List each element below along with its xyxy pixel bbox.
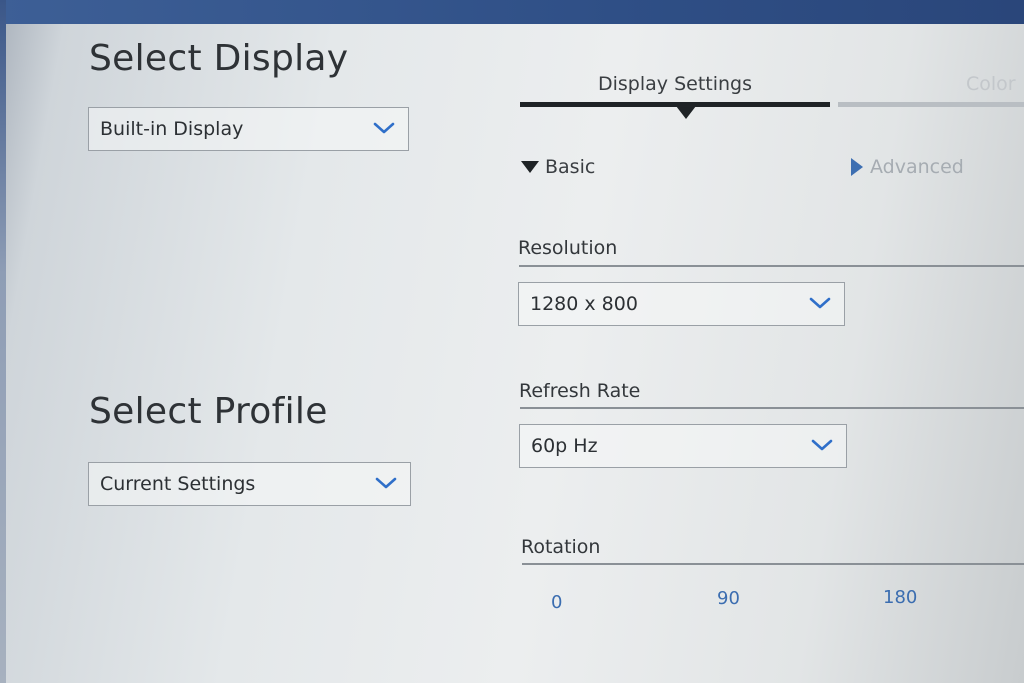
advanced-label: Advanced <box>870 156 964 178</box>
rotation-option-0[interactable]: 0 <box>551 592 562 613</box>
resolution-dropdown[interactable]: 1280 x 800 <box>518 282 845 326</box>
chevron-down-icon <box>811 439 833 451</box>
select-profile-dropdown[interactable]: Current Settings <box>88 462 411 506</box>
triangle-down-icon <box>521 161 539 173</box>
advanced-toggle[interactable]: Advanced <box>850 156 964 178</box>
resolution-divider <box>519 265 1024 267</box>
tab-color-underline <box>838 102 1024 107</box>
active-tab-pointer-icon <box>676 106 696 119</box>
basic-toggle[interactable]: Basic <box>521 156 595 178</box>
select-display-heading: Select Display <box>89 38 349 79</box>
select-display-dropdown[interactable]: Built-in Display <box>88 107 409 151</box>
chevron-down-icon <box>373 122 395 134</box>
refresh-rate-value: 60p Hz <box>531 435 598 457</box>
tab-display-settings[interactable]: Display Settings <box>598 73 752 95</box>
rotation-option-90[interactable]: 90 <box>717 588 740 609</box>
tab-color[interactable]: Color <box>966 73 1016 95</box>
triangle-right-icon <box>851 158 863 176</box>
refresh-rate-dropdown[interactable]: 60p Hz <box>519 424 847 468</box>
rotation-label: Rotation <box>521 536 601 558</box>
chevron-down-icon <box>375 477 397 489</box>
rotation-option-180[interactable]: 180 <box>883 587 917 608</box>
resolution-value: 1280 x 800 <box>530 293 638 315</box>
window-left-edge <box>0 0 6 683</box>
select-profile-value: Current Settings <box>100 473 256 495</box>
refresh-rate-divider <box>520 407 1024 409</box>
rotation-divider <box>522 563 1024 565</box>
basic-label: Basic <box>545 156 596 178</box>
select-profile-heading: Select Profile <box>89 391 328 432</box>
window-title-bar <box>0 0 1024 24</box>
tab-display-settings-underline <box>520 102 830 107</box>
resolution-label: Resolution <box>518 237 618 259</box>
chevron-down-icon <box>809 297 831 309</box>
refresh-rate-label: Refresh Rate <box>519 380 641 402</box>
select-display-value: Built-in Display <box>100 118 244 140</box>
